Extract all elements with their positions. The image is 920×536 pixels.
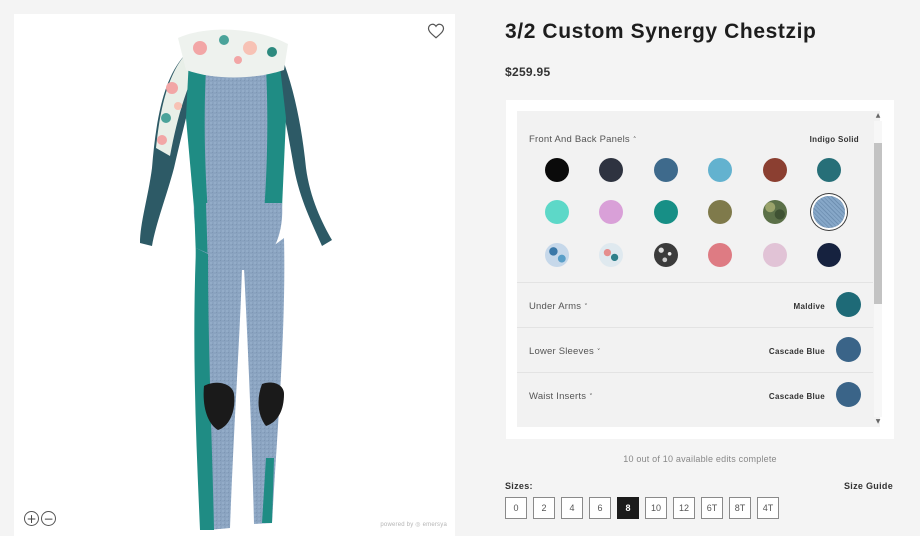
option-row[interactable]: Under Arms ˅ Maldive (517, 282, 873, 326)
color-swatch[interactable] (708, 200, 732, 224)
arrow-down-icon[interactable]: ▼ (873, 418, 883, 426)
color-swatch[interactable] (654, 243, 678, 267)
sizes-label: Sizes: (505, 481, 533, 491)
option-row-label: Lower Sleeves ˅ (529, 346, 601, 357)
product-price: $259.95 (505, 65, 551, 79)
arrow-up-icon[interactable]: ▲ (873, 112, 883, 120)
color-swatch[interactable] (654, 158, 678, 182)
edits-status: 10 out of 10 available edits complete (623, 454, 777, 464)
size-option[interactable]: 6T (701, 497, 723, 519)
size-option[interactable]: 8 (617, 497, 639, 519)
color-swatch[interactable] (763, 158, 787, 182)
front-back-panels-toggle[interactable]: Front And Back Panels ˄ (529, 134, 637, 145)
option-row-value: Cascade Blue (768, 392, 825, 401)
heart-icon[interactable] (427, 22, 445, 40)
scrollbar-thumb[interactable] (874, 143, 882, 304)
size-options: 0 2 4 6 8 10 12 6T 8T 4T (505, 497, 779, 519)
color-swatch[interactable] (763, 200, 787, 224)
chevron-down-icon: ˅ (584, 303, 588, 311)
front-back-panels-section: Front And Back Panels ˄ Indigo Solid (517, 111, 873, 282)
zoom-controls: + − (24, 511, 56, 526)
wetsuit-image[interactable] (134, 18, 364, 536)
chevron-down-icon: ˅ (596, 348, 601, 356)
color-swatch[interactable] (708, 243, 732, 267)
option-row-value: Cascade Blue (768, 347, 825, 356)
color-swatch[interactable] (545, 243, 569, 267)
option-row-label-text: Lower Sleeves (529, 346, 594, 357)
color-swatch[interactable] (654, 200, 678, 224)
color-swatch[interactable] (708, 158, 732, 182)
option-row-label: Under Arms ˅ (529, 301, 588, 312)
chevron-down-icon: ˅ (589, 393, 593, 401)
size-option[interactable]: 4T (757, 497, 779, 519)
zoom-in-icon[interactable]: + (24, 511, 39, 526)
configurator-panel: Front And Back Panels ˄ Indigo Solid Unde… (506, 100, 894, 439)
size-option[interactable]: 10 (645, 497, 667, 519)
size-option[interactable]: 4 (561, 497, 583, 519)
option-row-label: Waist Inserts ˅ (529, 391, 593, 402)
front-back-panels-value: Indigo Solid (809, 135, 859, 144)
color-swatch[interactable] (763, 243, 787, 267)
color-swatch[interactable] (545, 200, 569, 224)
configurator-scroll-area[interactable]: Front And Back Panels ˄ Indigo Solid Unde… (517, 111, 880, 427)
color-swatch[interactable] (599, 200, 623, 224)
color-swatch[interactable] (599, 158, 623, 182)
color-swatch[interactable] (545, 158, 569, 182)
color-swatch[interactable] (817, 243, 841, 267)
color-swatch[interactable] (599, 243, 623, 267)
chevron-up-icon: ˄ (632, 136, 637, 144)
option-row[interactable]: Lower Sleeves ˅ Cascade Blue (517, 327, 873, 371)
product-viewer[interactable]: + − powered by ◎ emersya (14, 14, 455, 536)
option-row-label-text: Under Arms (529, 301, 582, 312)
product-title: 3/2 Custom Synergy Chestzip (505, 20, 817, 43)
color-swatch[interactable] (817, 158, 841, 182)
size-option[interactable]: 0 (505, 497, 527, 519)
option-row-value: Maldive (793, 302, 825, 311)
zoom-out-icon[interactable]: − (41, 511, 56, 526)
size-option[interactable]: 6 (589, 497, 611, 519)
size-option[interactable]: 2 (533, 497, 555, 519)
color-swatch[interactable] (813, 196, 845, 228)
option-row-swatch[interactable] (836, 337, 861, 362)
powered-by-label: powered by ◎ emersya (380, 522, 447, 528)
option-row-label-text: Waist Inserts (529, 391, 587, 402)
option-row-swatch[interactable] (836, 382, 861, 407)
option-row-swatch[interactable] (836, 292, 861, 317)
size-option[interactable]: 12 (673, 497, 695, 519)
section-label: Front And Back Panels (529, 134, 630, 145)
scrollbar[interactable]: ▲ ▼ (873, 112, 883, 427)
size-guide-link[interactable]: Size Guide (844, 481, 893, 491)
size-option[interactable]: 8T (729, 497, 751, 519)
option-row[interactable]: Waist Inserts ˅ Cascade Blue (517, 372, 873, 416)
